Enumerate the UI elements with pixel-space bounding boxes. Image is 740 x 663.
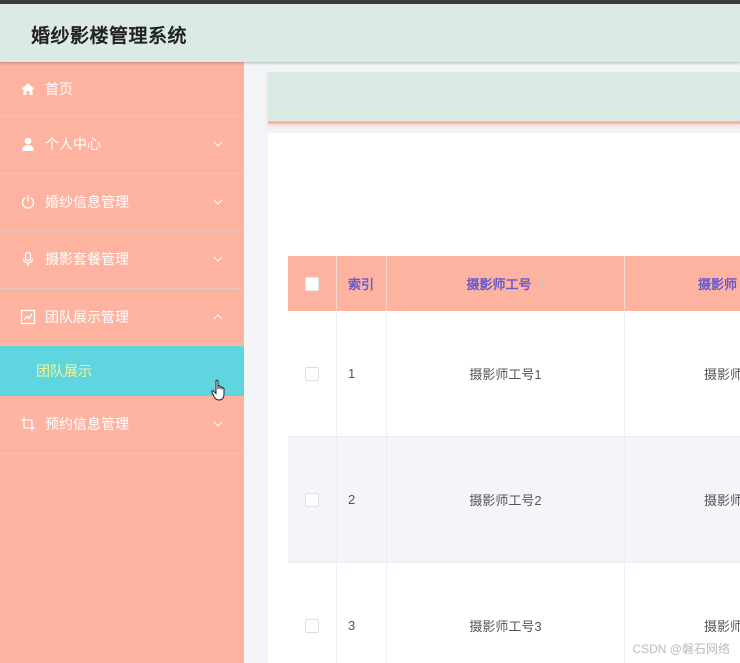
row-select-cell [288,311,337,436]
power-icon [20,194,36,210]
select-all-cell [288,256,337,311]
user-icon [20,136,36,152]
chevron-down-icon [213,199,223,205]
sort-icon[interactable] [537,278,545,289]
photographer-id-cell: 摄影师工号1 [387,311,625,436]
sidebar-item-label: 婚纱信息管理 [45,193,129,210]
crop-icon [20,416,36,432]
microphone-icon [20,251,36,267]
index-cell: 3 [337,563,387,663]
photographer-id-cell: 摄影师工号2 [387,437,625,562]
sidebar-subitem-team-display[interactable]: 团队展示 [0,346,244,401]
column-header-photographer-id[interactable]: 摄影师工号 [387,256,625,311]
sidebar-item-photo-package[interactable]: 摄影套餐管理 [0,231,244,289]
sidebar: 首页 个人中心 婚纱信息管理 摄影套餐管理 团队展示管理 团队展示 预约信息管理 [0,62,244,663]
chevron-up-icon [213,313,223,320]
sidebar-subitem-label: 团队展示 [36,363,92,379]
row-checkbox[interactable] [305,366,319,381]
sidebar-item-label: 预约信息管理 [45,416,129,433]
breadcrumb-bar [268,72,740,124]
index-cell: 1 [337,311,387,436]
chevron-down-icon [213,141,223,148]
sidebar-item-label: 个人中心 [45,136,101,153]
sidebar-item-booking[interactable]: 预约信息管理 [0,396,244,454]
main-area: 索引 摄影师工号 摄影师 1 摄影师工号1 摄影师 2 摄影师工号2 摄影师 3… [244,62,740,663]
table-header: 索引 摄影师工号 摄影师 [288,256,740,311]
sidebar-item-label: 首页 [45,80,73,97]
row-checkbox[interactable] [305,618,319,633]
column-header-index: 索引 [337,256,387,311]
chevron-down-icon [213,256,223,263]
index-cell: 2 [337,437,387,562]
app-header: 婚纱影楼管理系统 [0,4,740,62]
table-row: 2 摄影师工号2 摄影师 [288,437,740,563]
table-row: 1 摄影师工号1 摄影师 [288,311,740,437]
photographer-cell: 摄影师 [704,367,740,382]
sidebar-item-label: 团队展示管理 [45,308,129,325]
column-header-photographer: 摄影师 [698,277,738,292]
select-all-checkbox[interactable] [305,276,319,291]
chevron-down-icon [213,421,223,428]
team-table: 索引 摄影师工号 摄影师 1 摄影师工号1 摄影师 2 摄影师工号2 摄影师 3… [288,256,740,663]
column-header-label: 摄影师工号 [466,277,532,292]
sidebar-item-home[interactable]: 首页 [0,62,244,116]
sidebar-item-personal-center[interactable]: 个人中心 [0,116,244,174]
photographer-cell: 摄影师 [704,493,740,508]
home-icon [20,81,36,97]
watermark: CSDN @磐石网络 [632,642,730,656]
photographer-id-cell: 摄影师工号3 [387,563,625,663]
sidebar-item-wedding-dress[interactable]: 婚纱信息管理 [0,174,244,231]
row-select-cell [288,437,337,562]
app-title: 婚纱影楼管理系统 [31,26,188,47]
row-checkbox[interactable] [305,492,319,507]
line-chart-icon [20,309,36,325]
sidebar-item-label: 摄影套餐管理 [45,251,129,268]
sidebar-item-team-display-management[interactable]: 团队展示管理 [0,289,244,346]
row-select-cell [288,563,337,663]
content-panel: 索引 摄影师工号 摄影师 1 摄影师工号1 摄影师 2 摄影师工号2 摄影师 3… [268,133,740,663]
